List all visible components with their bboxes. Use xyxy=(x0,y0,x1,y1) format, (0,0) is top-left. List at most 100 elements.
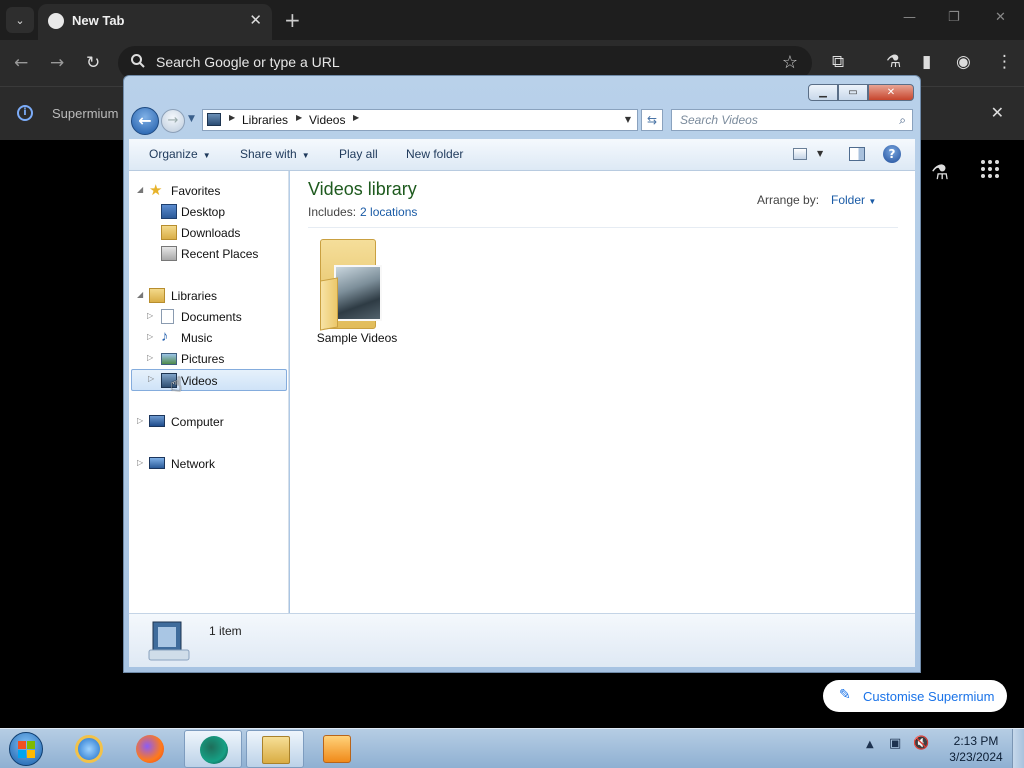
breadcrumb-libraries[interactable]: Libraries xyxy=(242,113,288,127)
pencil-icon: ✎ xyxy=(839,687,851,703)
taskbar-media-player[interactable] xyxy=(308,730,366,768)
share-with-button[interactable]: Share with ▼ xyxy=(240,147,310,161)
explorer-minimize-button[interactable]: ▁ xyxy=(808,84,838,101)
tab-new-tab[interactable]: New Tab ✕ xyxy=(38,4,272,40)
libraries-icon xyxy=(149,288,165,303)
expand-arrow-icon[interactable]: ▷ xyxy=(137,416,143,425)
explorer-maximize-button[interactable]: ▭ xyxy=(838,84,868,101)
search-videos-input[interactable]: Search Videos ⌕ xyxy=(671,109,913,131)
breadcrumb-separator-icon[interactable]: ▶ xyxy=(229,113,235,122)
expand-arrow-icon[interactable]: ▷ xyxy=(147,353,153,362)
star-icon: ★ xyxy=(149,182,163,199)
expand-arrow-icon[interactable]: ▷ xyxy=(147,311,153,320)
infobar-close-icon[interactable]: ✕ xyxy=(991,103,1004,122)
tab-favicon-icon xyxy=(48,13,64,29)
folder-sample-videos[interactable]: Sample Videos xyxy=(312,235,402,347)
new-tab-button[interactable]: + xyxy=(284,8,301,32)
search-placeholder: Search Videos xyxy=(680,113,758,127)
organize-button[interactable]: Organize ▼ xyxy=(149,147,211,161)
reload-icon[interactable]: ↻ xyxy=(86,53,100,73)
window-minimize-button[interactable]: — xyxy=(903,10,916,25)
window-close-button[interactable]: ✕ xyxy=(995,10,1006,25)
nav-favorites[interactable]: ◢ ★ Favorites xyxy=(133,181,283,201)
show-desktop-button[interactable] xyxy=(1012,729,1024,768)
nav-libraries[interactable]: ◢ Libraries xyxy=(133,286,283,306)
nav-computer-label: Computer xyxy=(171,415,224,429)
apps-grid-icon[interactable] xyxy=(981,160,999,178)
help-icon[interactable]: ? xyxy=(883,145,901,163)
nav-item-recent-places[interactable]: Recent Places xyxy=(133,244,283,264)
includes-label: Includes: xyxy=(308,205,357,219)
taskbar-firefox[interactable] xyxy=(121,730,179,768)
nav-network[interactable]: ▷ Network xyxy=(133,454,283,474)
bookmark-star-icon[interactable]: ☆ xyxy=(782,52,798,73)
pictures-icon xyxy=(161,353,177,365)
expand-arrow-icon[interactable]: ▷ xyxy=(147,332,153,341)
explorer-forward-button[interactable]: → xyxy=(161,109,185,133)
expand-arrow-icon[interactable]: ▷ xyxy=(148,374,154,383)
change-view-icon[interactable] xyxy=(793,148,807,160)
show-hidden-icons-arrow[interactable]: ▲ xyxy=(866,739,874,750)
customise-label: Customise Supermium xyxy=(863,689,995,704)
nav-item-pictures[interactable]: ▷ Pictures xyxy=(133,349,283,369)
window-restore-button[interactable]: ❐ xyxy=(948,10,960,25)
nav-item-documents[interactable]: ▷ Documents xyxy=(133,307,283,327)
recent-pages-chevron-icon[interactable]: ▼ xyxy=(188,114,195,124)
explorer-back-button[interactable]: ← xyxy=(131,107,159,135)
menu-kebab-icon[interactable]: ⋮ xyxy=(996,52,1013,72)
computer-icon xyxy=(149,415,165,427)
item-count: 1 item xyxy=(209,624,242,638)
nav-item-music[interactable]: ▷ ♪ Music xyxy=(133,328,283,348)
content-pane: Videos library Includes: 2 locations Arra… xyxy=(290,171,915,613)
locations-link[interactable]: 2 locations xyxy=(360,205,417,219)
nav-favorites-label: Favorites xyxy=(171,184,221,198)
breadcrumb-separator-icon[interactable]: ▶ xyxy=(296,113,302,122)
start-button[interactable] xyxy=(9,732,43,766)
omnibox-placeholder: Search Google or type a URL xyxy=(156,54,340,70)
tab-close-icon[interactable]: ✕ xyxy=(249,11,262,29)
preview-pane-icon[interactable] xyxy=(849,147,865,161)
back-arrow-icon[interactable]: ← xyxy=(14,53,28,73)
explorer-close-button[interactable]: ✕ xyxy=(868,84,914,101)
arrange-by-dropdown[interactable]: Folder ▼ xyxy=(831,193,876,207)
forward-arrow-icon[interactable]: → xyxy=(50,53,64,73)
nav-item-downloads[interactable]: Downloads xyxy=(133,223,283,243)
refresh-icon[interactable]: ⇆ xyxy=(641,109,663,131)
videos-library-large-icon xyxy=(148,621,190,661)
tab-search-chevron-icon[interactable]: ⌄ xyxy=(6,7,34,33)
nav-item-desktop[interactable]: Desktop xyxy=(133,202,283,222)
address-bar[interactable]: ▶ Libraries ▶ Videos ▶ ▼ xyxy=(202,109,638,131)
network-tray-icon[interactable]: ▣ xyxy=(889,736,901,751)
organize-label: Organize xyxy=(149,147,198,161)
nav-computer[interactable]: ▷ Computer xyxy=(133,412,283,432)
internet-explorer-icon xyxy=(75,735,103,763)
breadcrumb-videos[interactable]: Videos xyxy=(309,113,345,127)
view-options-chevron-icon[interactable]: ▼ xyxy=(817,149,823,158)
windows-explorer-icon xyxy=(262,736,290,764)
taskbar-supermium[interactable] xyxy=(184,730,242,768)
extensions-puzzle-icon[interactable]: ⧉ xyxy=(832,52,844,72)
nav-pictures-label: Pictures xyxy=(181,352,225,366)
taskbar-windows-explorer[interactable] xyxy=(246,730,304,768)
side-panel-icon[interactable]: ▮ xyxy=(922,52,931,72)
address-dropdown-icon[interactable]: ▼ xyxy=(625,115,631,124)
customise-button[interactable]: ✎ Customise Supermium xyxy=(823,680,1007,712)
breadcrumb-separator-icon[interactable]: ▶ xyxy=(353,113,359,122)
new-folder-button[interactable]: New folder xyxy=(406,147,463,161)
labs-flask-icon[interactable]: ⚗ xyxy=(886,52,901,72)
ntp-labs-flask-icon[interactable]: ⚗ xyxy=(931,160,949,184)
profile-avatar-icon[interactable]: ◉ xyxy=(956,52,971,72)
search-icon[interactable]: ⌕ xyxy=(899,113,906,128)
nav-item-videos[interactable]: ▷ Videos xyxy=(131,369,287,391)
desktop-icon xyxy=(161,204,177,219)
taskbar-internet-explorer[interactable] xyxy=(60,730,118,768)
collapse-arrow-icon[interactable]: ◢ xyxy=(137,290,143,299)
system-clock[interactable]: 2:13 PM 3/23/2024 xyxy=(938,733,1014,765)
chevron-down-icon: ▼ xyxy=(202,151,211,160)
volume-muted-icon[interactable]: 🔇 xyxy=(913,736,929,751)
play-all-button[interactable]: Play all xyxy=(339,147,378,161)
collapse-arrow-icon[interactable]: ◢ xyxy=(137,185,143,194)
explorer-caption-buttons: ▁ ▭ ✕ xyxy=(808,84,914,102)
recent-places-icon xyxy=(161,246,177,261)
expand-arrow-icon[interactable]: ▷ xyxy=(137,458,143,467)
